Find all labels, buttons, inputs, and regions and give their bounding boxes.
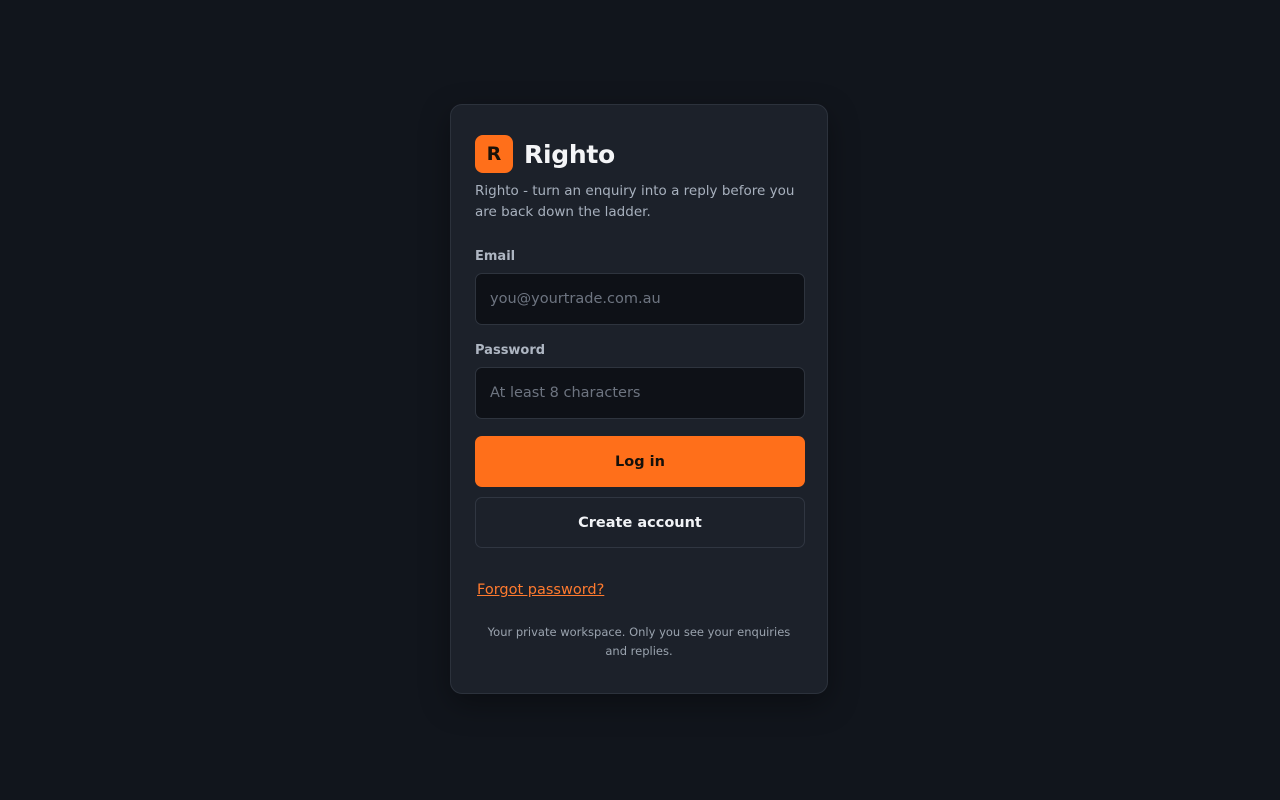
login-button[interactable]: Log in (475, 436, 805, 487)
app-name: Righto (524, 139, 615, 169)
privacy-note: Your private workspace. Only you see you… (487, 625, 791, 658)
forgot-password-link[interactable]: Forgot password? (477, 582, 604, 598)
password-field[interactable] (475, 367, 805, 419)
password-label: Password (475, 343, 546, 358)
email-label: Email (475, 249, 516, 264)
brand-header: R Righto (475, 135, 803, 173)
app-logo-icon: R (475, 135, 513, 173)
create-account-button[interactable]: Create account (475, 497, 805, 548)
login-card: R Righto Righto - turn an enquiry into a… (450, 104, 828, 694)
email-field[interactable] (475, 273, 805, 325)
tagline: Righto - turn an enquiry into a reply be… (475, 183, 795, 220)
